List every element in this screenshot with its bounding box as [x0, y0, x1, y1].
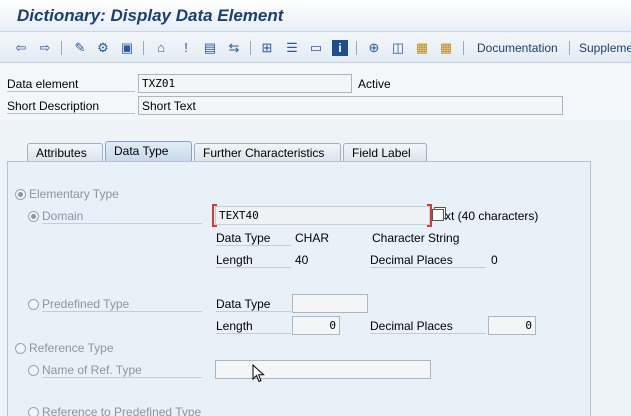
ref-name-field[interactable]: [215, 360, 431, 379]
domain-decimal-places-label: Decimal Places: [370, 253, 486, 268]
application-toolbar: ⇦ ⇨ ✎ ⚙ ▣ ⌂ ǃ ▤ ⇆ ⊞ ☰ ▭ i ⊕ ◫ ▦ ▦ Docume…: [0, 33, 631, 63]
domain-field[interactable]: TEXT40: [215, 206, 430, 225]
domain-decimal-places-value: 0: [491, 253, 498, 267]
predefined-type-radio[interactable]: [28, 299, 39, 310]
info-icon[interactable]: i: [332, 40, 348, 56]
domain-description: xt (40 characters): [445, 209, 539, 223]
toolbar-separator: [569, 41, 570, 55]
back-arrow-icon[interactable]: ⇦: [13, 40, 29, 56]
supplement-button[interactable]: Suppleme: [579, 41, 631, 55]
mouse-cursor-icon: [252, 364, 265, 383]
navigation-window-icon[interactable]: ⊞: [259, 40, 275, 56]
predefined-decimal-places-field[interactable]: 0: [488, 316, 536, 335]
technical-settings-icon[interactable]: ▭: [308, 40, 324, 56]
domain-data-type-label: Data Type: [216, 231, 291, 246]
other-object-icon[interactable]: ✎: [72, 40, 88, 56]
where-used-icon[interactable]: ǃ: [178, 40, 194, 56]
predefined-data-type-field[interactable]: [292, 294, 368, 313]
delete-icon[interactable]: ▦: [414, 40, 430, 56]
domain-radio[interactable]: [28, 211, 39, 222]
elementary-type-label: Elementary Type: [29, 187, 119, 201]
tab-attributes[interactable]: Attributes: [27, 143, 103, 162]
tab-data-type[interactable]: Data Type: [105, 141, 192, 162]
documentation-button[interactable]: Documentation: [477, 41, 558, 55]
value-help-icon[interactable]: [432, 209, 444, 221]
domain-length-label: Length: [216, 253, 291, 268]
reference-type-label: Reference Type: [29, 341, 114, 355]
required-field-marker: [212, 204, 217, 227]
window-title: Dictionary: Display Data Element: [17, 6, 284, 25]
domain-length-value: 40: [295, 253, 309, 267]
ref-predefined-radio[interactable]: [28, 407, 39, 416]
status-text: Active: [358, 77, 391, 91]
forward-arrow-icon[interactable]: ⇨: [37, 40, 53, 56]
tab-field-label[interactable]: Field Label: [343, 143, 427, 162]
predefined-length-field[interactable]: 0: [292, 316, 340, 335]
domain-data-type-value: CHAR: [295, 231, 330, 245]
check-icon[interactable]: ⌂: [153, 40, 169, 56]
hierarchy-icon[interactable]: ▦: [438, 40, 454, 56]
tab-further-characteristics[interactable]: Further Characteristics: [194, 143, 341, 162]
ref-name-radio[interactable]: [28, 365, 39, 376]
ref-name-label: Name of Ref. Type: [42, 363, 202, 378]
create-icon[interactable]: ⊕: [366, 40, 382, 56]
predefined-data-type-label: Data Type: [216, 297, 291, 312]
domain-data-type-description: Character String: [372, 231, 460, 245]
copy-icon[interactable]: ◫: [390, 40, 406, 56]
hierarchy-icon[interactable]: ☰: [284, 40, 300, 56]
short-description-field[interactable]: Short Text: [138, 96, 563, 115]
title-bar: Dictionary: Display Data Element: [0, 0, 631, 32]
toolbar-separator: [250, 41, 251, 55]
predefined-type-label: Predefined Type: [42, 297, 202, 312]
header-area: Data element TXZ01 Active Short Descript…: [0, 64, 631, 120]
data-element-field[interactable]: TXZ01: [138, 74, 352, 93]
activate-icon[interactable]: ▣: [119, 40, 135, 56]
toolbar-separator: [143, 41, 144, 55]
display-object-list-icon[interactable]: ⇆: [226, 40, 242, 56]
data-element-label: Data element: [7, 77, 135, 92]
display-change-icon[interactable]: ⚙: [95, 40, 111, 56]
toolbar-separator: [61, 41, 62, 55]
toolbar-separator: [356, 41, 357, 55]
toolbar-separator: [463, 41, 464, 55]
ref-predefined-label: Reference to Predefined Type: [42, 405, 202, 416]
domain-label: Domain: [42, 209, 202, 224]
object-list-icon[interactable]: ▤: [202, 40, 218, 56]
predefined-decimal-places-label: Decimal Places: [370, 319, 486, 334]
tab-strip: Attributes Data Type Further Characteris…: [0, 140, 631, 162]
elementary-type-radio[interactable]: [15, 189, 26, 200]
predefined-length-label: Length: [216, 319, 291, 334]
reference-type-radio[interactable]: [15, 343, 26, 354]
short-description-label: Short Description: [7, 99, 135, 114]
